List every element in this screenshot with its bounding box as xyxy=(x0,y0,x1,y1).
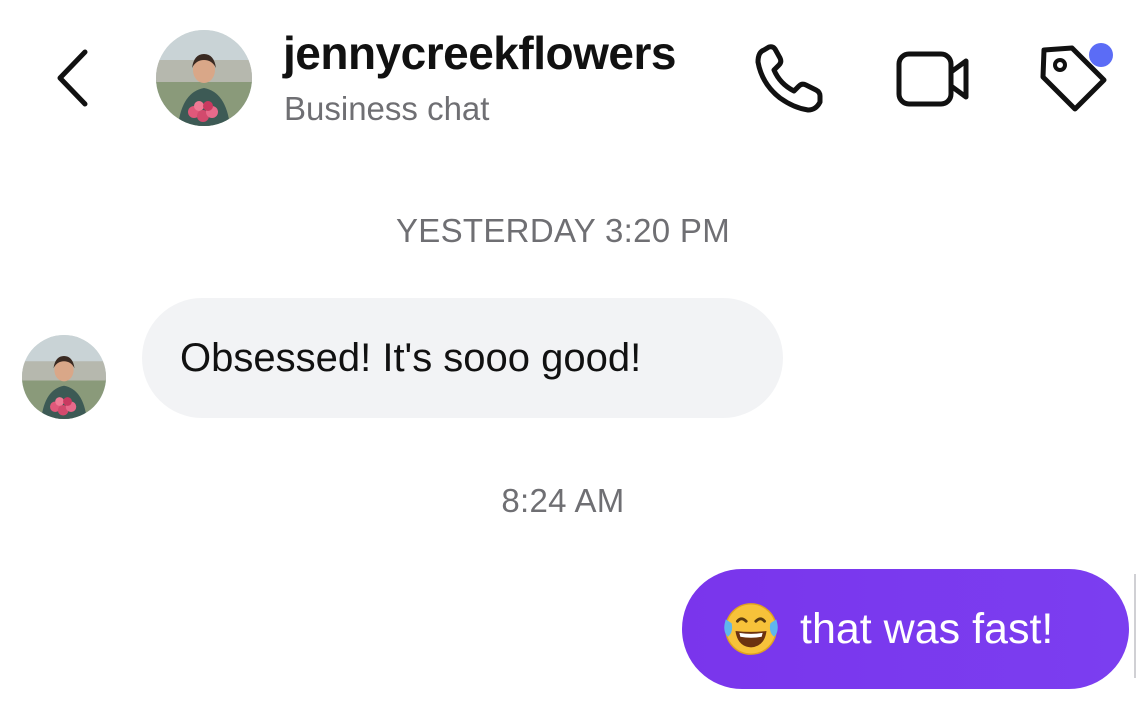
phone-icon xyxy=(755,44,823,113)
message-timestamp: 8:24 AM xyxy=(501,482,625,519)
video-camera-icon xyxy=(896,51,969,107)
chat-username[interactable]: jennycreekflowers xyxy=(283,26,676,80)
chat-subtitle: Business chat xyxy=(284,90,490,127)
back-button[interactable] xyxy=(42,40,102,116)
message-text: Obsessed! It's sooo good! xyxy=(180,335,642,380)
chevron-left-icon xyxy=(57,49,88,107)
avatar-photo xyxy=(22,335,106,419)
message-timestamp: YESTERDAY 3:20 PM xyxy=(395,212,730,249)
notification-dot xyxy=(1089,43,1113,67)
avatar-photo xyxy=(156,30,252,126)
tears-of-joy-emoji-icon xyxy=(724,603,778,655)
video-call-button[interactable] xyxy=(890,40,976,116)
sender-avatar[interactable] xyxy=(22,335,106,419)
call-button[interactable] xyxy=(750,40,830,116)
chat-screen: jennycreekflowers Business chat YESTERDA… xyxy=(0,0,1137,706)
scroll-indicator xyxy=(1134,574,1136,678)
incoming-message-bubble[interactable]: Obsessed! It's sooo good! xyxy=(142,298,783,418)
message-text: that was fast! xyxy=(800,604,1054,653)
outgoing-message-bubble[interactable]: that was fast! xyxy=(682,569,1129,689)
profile-avatar[interactable] xyxy=(156,30,252,126)
